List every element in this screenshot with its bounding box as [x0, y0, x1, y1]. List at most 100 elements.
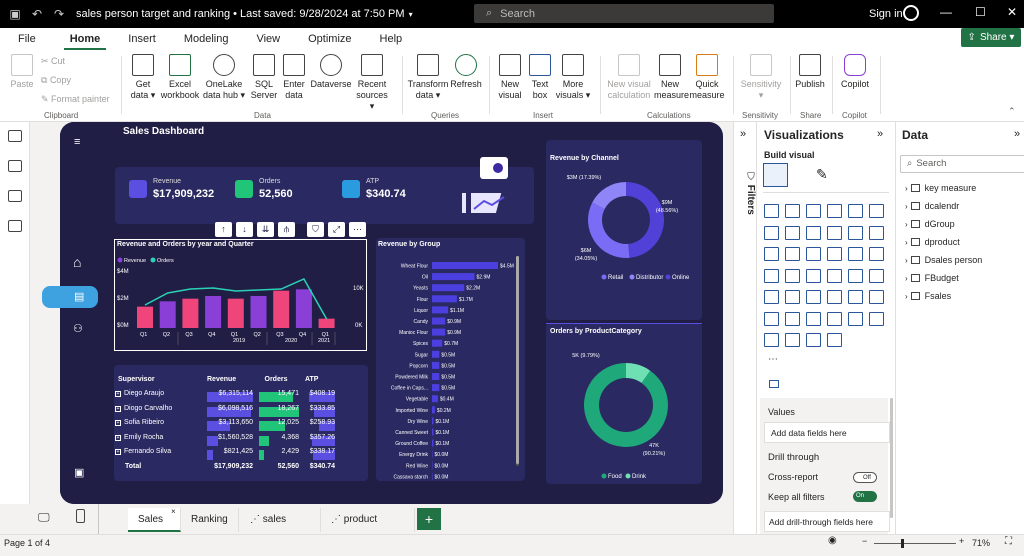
qa-icon[interactable] [827, 311, 842, 326]
map-icon[interactable] [764, 268, 779, 283]
zoom-in-icon[interactable]: + [959, 536, 964, 546]
dataverse-button[interactable]: Dataverse [308, 54, 354, 90]
col-orders[interactable]: Orders [253, 376, 299, 383]
data-table-item[interactable]: › dproduct [905, 237, 960, 247]
scatter-icon[interactable] [806, 247, 821, 261]
group-bar[interactable] [432, 361, 440, 369]
donut-slice[interactable] [588, 202, 630, 258]
group-bar[interactable] [432, 373, 440, 380]
format-painter-button[interactable]: ✎ Format painter [41, 94, 110, 105]
clustered-column-icon[interactable] [827, 204, 842, 218]
mobile-layout-icon[interactable] [76, 509, 85, 523]
format-visual-icon[interactable]: ✎ [816, 166, 828, 183]
recent-sources-button[interactable]: Recent sources ▾ [353, 54, 391, 112]
transform-data-button[interactable]: Transform data ▾ [406, 54, 450, 101]
paginated-report-icon[interactable] [869, 311, 884, 326]
table-icon[interactable] [827, 290, 842, 304]
minimize-icon[interactable]: — [940, 5, 952, 19]
group-bar[interactable] [432, 461, 433, 469]
python-visual-icon[interactable] [764, 311, 779, 326]
menu-view[interactable]: View [250, 28, 286, 50]
revenue-by-channel-panel[interactable]: Revenue by Channel $3M (17.39%) $9M (48.56… [546, 140, 702, 320]
menu-insert[interactable]: Insert [122, 28, 162, 50]
menu-modeling[interactable]: Modeling [178, 28, 235, 50]
linkedin-icon[interactable]: ▣ [74, 466, 84, 479]
build-visual-icon[interactable] [763, 163, 788, 187]
group-bar[interactable] [432, 284, 465, 292]
donut-slice[interactable] [584, 363, 668, 447]
revenue-bar[interactable] [318, 318, 335, 328]
kpi-icon[interactable] [785, 290, 800, 304]
group-bar[interactable] [432, 306, 449, 314]
new-measure-button[interactable]: New measure [654, 54, 689, 101]
col-supervisor[interactable]: Supervisor [115, 376, 205, 383]
table-view-icon[interactable] [8, 160, 22, 172]
filled-map-icon[interactable] [785, 268, 800, 283]
expand-icon[interactable]: + [115, 449, 121, 456]
search-box[interactable]: ⌕ Search [474, 4, 774, 23]
revenue-bar[interactable] [159, 301, 176, 328]
copilot-button[interactable]: Copilot [836, 54, 874, 90]
onelake-button[interactable]: OneLake data hub ▾ [201, 54, 247, 101]
stacked-area-icon[interactable] [806, 225, 821, 240]
expand-hierarchy-icon[interactable]: ⫛ [278, 222, 295, 237]
revenue-bar[interactable] [227, 298, 244, 328]
revenue-bar[interactable] [250, 296, 267, 328]
data-table-item[interactable]: › Fsales [905, 291, 951, 301]
col-revenue[interactable]: Revenue [205, 376, 253, 383]
pie-chart-icon[interactable] [827, 247, 842, 261]
sign-in-link[interactable]: Sign in [869, 8, 903, 20]
decomposition-tree-icon[interactable] [806, 311, 821, 326]
matrix-icon[interactable] [848, 290, 863, 304]
table-row[interactable]: + Sofia Ribeiro $3,113,650 12,025 $258.93 [115, 416, 365, 432]
table-row[interactable]: + Emily Rocha $1,560,528 4,368 $357.26 [115, 430, 365, 446]
donut-chart-icon[interactable] [848, 247, 863, 261]
more-visuals-ellipsis[interactable]: ⋯ [768, 354, 778, 365]
line-chart-icon[interactable] [764, 225, 779, 240]
category-legend-label[interactable]: Drink [632, 474, 647, 480]
tab-close-icon[interactable]: × [171, 500, 176, 524]
expand-down-icon[interactable]: ⇊ [257, 222, 274, 237]
slicer-icon[interactable] [806, 290, 821, 304]
expand-icon[interactable]: + [115, 420, 121, 427]
add-data-fields-well[interactable]: Add data fields here [764, 422, 890, 443]
new-visual-calculation-button[interactable]: New visual calculation [604, 54, 654, 101]
keep-all-filters-toggle[interactable]: On [853, 491, 877, 502]
text-box-button[interactable]: Text box [526, 54, 554, 101]
category-legend-label[interactable]: Food [608, 474, 622, 480]
treemap-icon[interactable] [869, 247, 884, 261]
data-table-item[interactable]: › dGroup [905, 219, 955, 229]
tab-sales[interactable]: Sales × [128, 507, 181, 532]
card-icon[interactable] [869, 268, 884, 283]
key-influencers-icon[interactable] [785, 311, 800, 326]
paste-button[interactable]: Paste [8, 54, 36, 90]
smart-narrative-icon[interactable] [848, 311, 863, 326]
group-bar[interactable] [432, 328, 446, 336]
stacked-column-icon[interactable] [785, 204, 800, 218]
get-data-button[interactable]: Get data ▾ [127, 54, 159, 101]
group-bar[interactable] [432, 417, 434, 425]
fit-to-page-icon[interactable]: ⛶ [1005, 536, 1012, 547]
line-column-icon[interactable] [827, 225, 842, 240]
zoom-out-icon[interactable]: − [862, 536, 867, 546]
multi-card-icon[interactable] [764, 290, 779, 304]
group-bar[interactable] [432, 317, 446, 325]
add-page-button[interactable]: + [417, 508, 441, 530]
redo-icon[interactable]: ↷ [52, 7, 66, 21]
copy-button[interactable]: ⧉ Copy [41, 75, 71, 86]
menu-optimize[interactable]: Optimize [302, 28, 357, 50]
group-bar[interactable] [432, 428, 434, 436]
group-bar[interactable] [432, 295, 457, 303]
data-table-item[interactable]: › Dsales person [905, 255, 982, 265]
revenue-bar[interactable] [273, 290, 290, 328]
channel-legend-label[interactable]: Online [672, 275, 690, 281]
zoom-slider[interactable] [874, 543, 956, 544]
collapse-ribbon-icon[interactable]: ⌃ [1008, 106, 1016, 117]
menu-help[interactable]: Help [374, 28, 409, 50]
expand-icon[interactable]: + [115, 434, 121, 441]
revenue-bar[interactable] [182, 298, 199, 328]
orders-by-category-panel[interactable]: Orders by ProductCategory 5K (9.79%) 47K(… [546, 323, 702, 484]
quick-measure-button[interactable]: Quick measure [688, 54, 726, 101]
more-options-icon[interactable]: ⋯ [349, 222, 366, 237]
channel-legend-label[interactable]: Distributor [636, 275, 663, 281]
